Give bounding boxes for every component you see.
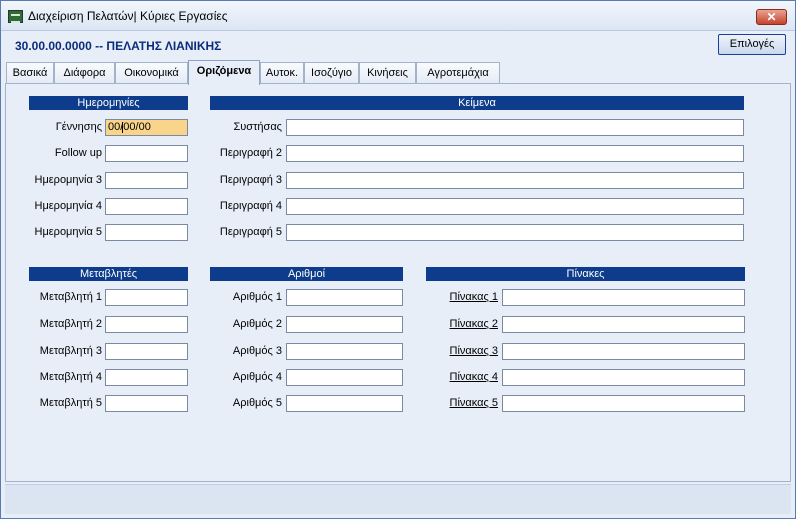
tab-transactions[interactable]: Κινήσεις [359, 62, 416, 84]
table-2-input[interactable] [502, 316, 745, 333]
text-label-3: Περιγραφή 3 [219, 174, 282, 186]
date-3-input[interactable] [105, 172, 188, 189]
numbers-section-header: Αριθμοί [210, 267, 403, 281]
variable-label-4: Μεταβλητή 4 [39, 371, 102, 383]
text-label-2: Περιγραφή 2 [219, 147, 282, 159]
title-bar[interactable]: Διαχείριση Πελατών| Κύριες Εργασίες ✕ [1, 1, 795, 31]
variable-label-5: Μεταβλητή 5 [39, 397, 102, 409]
tab-land-plots[interactable]: Αγροτεμάχια [416, 62, 500, 84]
tab-custom-fields[interactable]: Οριζόμενα [188, 60, 260, 85]
number-3-input[interactable] [286, 343, 403, 360]
tables-section-header: Πίνακες [426, 267, 745, 281]
table-lookup-link-1[interactable]: Πίνακας 1 [426, 289, 498, 306]
follow-up-date-input[interactable] [105, 145, 188, 162]
tab-balance[interactable]: Ισοζύγιο [304, 62, 359, 84]
table-lookup-link-3[interactable]: Πίνακας 3 [426, 343, 498, 360]
customer-code-title: 30.00.00.0000 -- ΠΕΛΑΤΗΣ ΛΙΑΝΙΚΗΣ [15, 39, 222, 53]
number-1-input[interactable] [286, 289, 403, 306]
date-5-input[interactable] [105, 224, 188, 241]
table-lookup-link-4[interactable]: Πίνακας 4 [426, 369, 498, 386]
number-2-input[interactable] [286, 316, 403, 333]
variables-section-header: Μεταβλητές [29, 267, 188, 281]
options-button[interactable]: Επιλογές [718, 34, 786, 55]
number-5-input[interactable] [286, 395, 403, 412]
variable-2-input[interactable] [105, 316, 188, 333]
date-4-input[interactable] [105, 198, 188, 215]
variable-5-input[interactable] [105, 395, 188, 412]
tab-basic[interactable]: Βασικά [6, 62, 54, 84]
window-title: Διαχείριση Πελατών| Κύριες Εργασίες [28, 9, 228, 23]
text-label-1: Συστήσας [233, 121, 282, 133]
table-5-input[interactable] [502, 395, 745, 412]
variable-label-2: Μεταβλητή 2 [39, 318, 102, 330]
table-3-input[interactable] [502, 343, 745, 360]
description-4-input[interactable] [286, 198, 744, 215]
close-button[interactable]: ✕ [756, 9, 787, 25]
text-label-4: Περιγραφή 4 [219, 200, 282, 212]
variable-label-3: Μεταβλητή 3 [39, 345, 102, 357]
number-label-5: Αριθμός 5 [232, 397, 282, 409]
date-label-1: Γέννησης [55, 121, 102, 133]
tab-misc[interactable]: Διάφορα [54, 62, 115, 84]
number-label-3: Αριθμός 3 [232, 345, 282, 357]
customer-management-window: Διαχείριση Πελατών| Κύριες Εργασίες ✕ 30… [0, 0, 796, 519]
number-label-1: Αριθμός 1 [232, 291, 282, 303]
dates-section-header: Ημερομηνίες [29, 96, 188, 110]
date-label-5: Ημερομηνία 5 [34, 226, 103, 238]
tab-vehicles[interactable]: Αυτοκ. [260, 62, 304, 84]
description-5-input[interactable] [286, 224, 744, 241]
table-lookup-link-2[interactable]: Πίνακας 2 [426, 316, 498, 333]
variable-label-1: Μεταβλητή 1 [39, 291, 102, 303]
table-1-input[interactable] [502, 289, 745, 306]
date-label-2: Follow up [54, 147, 102, 159]
tab-financial[interactable]: Οικονομικά [115, 62, 188, 84]
birth-date-input[interactable]: 00/00/00 [105, 119, 188, 136]
number-label-4: Αριθμός 4 [232, 371, 282, 383]
number-label-2: Αριθμός 2 [232, 318, 282, 330]
text-label-5: Περιγραφή 5 [219, 226, 282, 238]
date-label-4: Ημερομηνία 4 [34, 200, 103, 212]
custom-fields-panel: Ημερομηνίες Γέννησης 00/00/00 Follow up … [5, 83, 791, 482]
date-label-3: Ημερομηνία 3 [34, 174, 103, 186]
description-3-input[interactable] [286, 172, 744, 189]
status-bar [5, 484, 791, 514]
table-lookup-link-5[interactable]: Πίνακας 5 [426, 395, 498, 412]
referrer-input[interactable] [286, 119, 744, 136]
description-2-input[interactable] [286, 145, 744, 162]
app-logo-icon [8, 10, 23, 23]
number-4-input[interactable] [286, 369, 403, 386]
table-4-input[interactable] [502, 369, 745, 386]
variable-4-input[interactable] [105, 369, 188, 386]
variable-1-input[interactable] [105, 289, 188, 306]
variable-3-input[interactable] [105, 343, 188, 360]
texts-section-header: Κείμενα [210, 96, 744, 110]
